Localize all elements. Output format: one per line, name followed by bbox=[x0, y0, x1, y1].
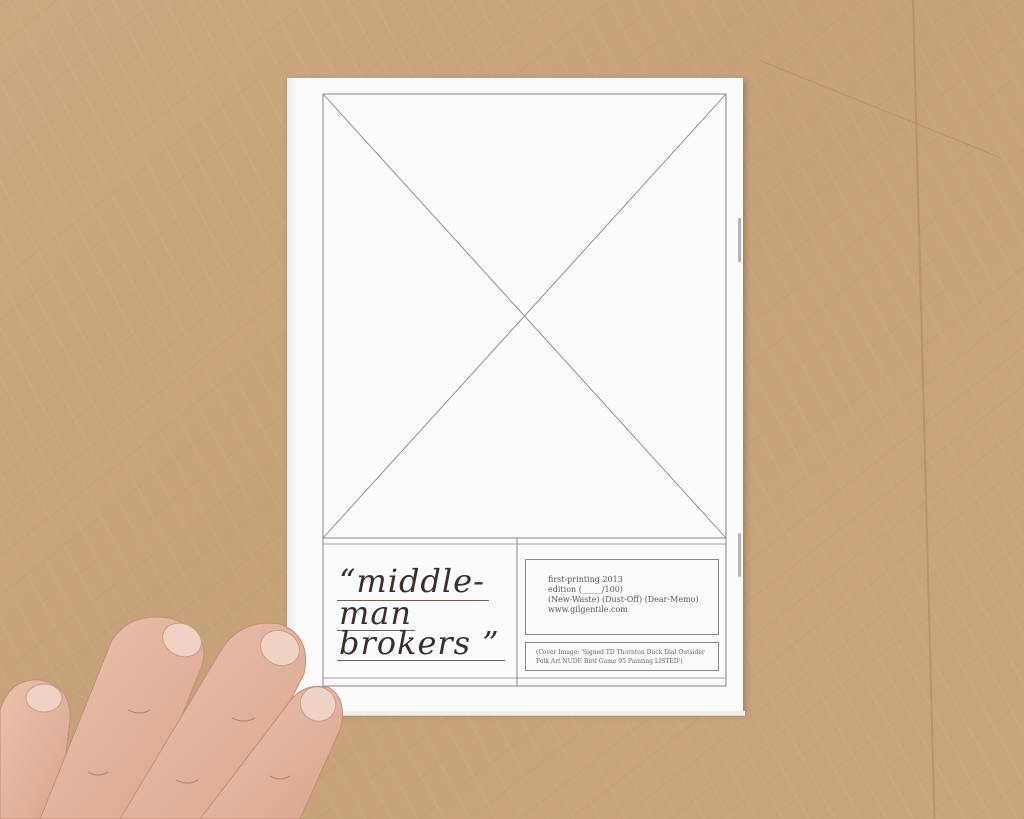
edition-info-box: first-printing 2013 edition (_____/100) … bbox=[525, 559, 719, 635]
info-line: first-printing 2013 bbox=[548, 575, 623, 584]
credit-line: Folk Art NUDE Bird Game 95 Painting LIST… bbox=[536, 658, 683, 665]
hand bbox=[0, 616, 343, 819]
info-line: www.gilgentile.com bbox=[548, 605, 628, 614]
title-line: brokers ” bbox=[339, 624, 500, 662]
zine-booklet: “middle- man brokers ” first-printing 20… bbox=[287, 78, 745, 716]
info-line: edition (_____/100) bbox=[548, 585, 623, 594]
title-line: “middle- bbox=[339, 562, 485, 600]
fingernail-icon bbox=[25, 683, 63, 713]
credit-line: (Cover Image: 'Signed TD Thornton Duck D… bbox=[536, 649, 705, 656]
surface-crease bbox=[759, 60, 1002, 159]
title-underline bbox=[337, 660, 505, 661]
cover-credit-box: (Cover Image: 'Signed TD Thornton Duck D… bbox=[525, 642, 719, 671]
info-line: (New-Waste) (Dust-Off) (Dear-Memo) bbox=[548, 595, 699, 604]
